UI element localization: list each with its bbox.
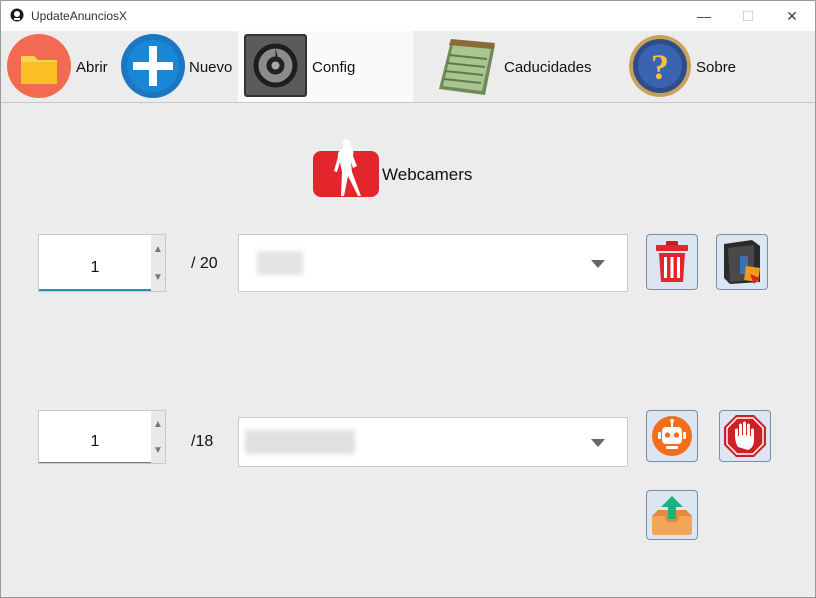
upload-button[interactable] xyxy=(646,490,698,540)
sobre-label: Sobre xyxy=(696,59,737,76)
close-button[interactable]: ✕ xyxy=(769,1,815,31)
app-window: UpdateAnunciosX — ☐ ✕ Abrir Nuevo Config… xyxy=(0,0,816,598)
config-button[interactable]: Config xyxy=(238,31,413,102)
folder-icon xyxy=(7,34,71,98)
page-spinner-2[interactable]: 1 ▲ ▼ xyxy=(38,410,166,464)
chevron-down-icon xyxy=(591,439,605,447)
webcamers-logo-icon xyxy=(313,139,379,197)
archive-button[interactable] xyxy=(716,234,768,290)
sobre-button[interactable]: ? Sobre xyxy=(625,31,755,102)
total-count-2: /18 xyxy=(191,433,214,450)
upload-tray-icon xyxy=(652,496,692,535)
delete-button[interactable] xyxy=(646,234,698,290)
window-title: UpdateAnunciosX xyxy=(31,9,128,23)
spinner-1-value: 1 xyxy=(90,259,100,276)
page-spinner-1[interactable]: 1 ▲ ▼ xyxy=(38,234,166,292)
help-icon: ? xyxy=(629,35,691,97)
redacted-value xyxy=(257,251,303,275)
total-count-1: / 20 xyxy=(191,255,218,272)
abrir-button[interactable]: Abrir xyxy=(1,31,117,102)
spinner-1-arrows[interactable]: ▲ ▼ xyxy=(151,235,165,291)
stop-button[interactable] xyxy=(719,410,771,462)
spinner-1-focus-line xyxy=(39,289,151,291)
spin-down-arrow-icon[interactable]: ▼ xyxy=(153,272,163,283)
config-label: Config xyxy=(312,59,356,76)
stop-hand-icon xyxy=(724,415,766,457)
minimize-button[interactable]: — xyxy=(681,1,727,31)
site-label: Webcamers xyxy=(382,165,473,184)
abrir-label: Abrir xyxy=(76,59,108,76)
account-select-2[interactable] xyxy=(238,417,628,467)
plus-icon xyxy=(121,34,185,98)
spinner-2-value: 1 xyxy=(90,433,100,450)
robot-icon xyxy=(652,416,692,456)
nuevo-label: Nuevo xyxy=(189,59,233,76)
account-select-1[interactable] xyxy=(238,234,628,292)
spin-up-arrow-icon[interactable]: ▲ xyxy=(153,244,163,255)
app-icon xyxy=(10,8,24,22)
trash-icon xyxy=(656,241,688,282)
gear-icon xyxy=(244,34,307,97)
archive-box-icon xyxy=(724,240,760,284)
toolbar: Abrir Nuevo Config Caducidades ? Sobre xyxy=(1,31,815,103)
nuevo-button[interactable]: Nuevo xyxy=(117,31,237,102)
robot-button[interactable] xyxy=(646,410,698,462)
spin-down-arrow-icon[interactable]: ▼ xyxy=(153,445,163,456)
chevron-down-icon xyxy=(591,260,605,268)
spinner-2-underline xyxy=(39,462,151,463)
maximize-button[interactable]: ☐ xyxy=(725,1,771,31)
svg-text:?: ? xyxy=(651,47,669,87)
caducidades-label: Caducidades xyxy=(504,59,592,76)
caducidades-button[interactable]: Caducidades xyxy=(431,31,611,102)
redacted-value xyxy=(245,430,355,454)
title-bar: UpdateAnunciosX — ☐ ✕ xyxy=(1,1,815,31)
spin-up-arrow-icon[interactable]: ▲ xyxy=(153,419,163,430)
spinner-2-arrows[interactable]: ▲ ▼ xyxy=(151,411,165,463)
notepad-icon xyxy=(439,39,495,95)
